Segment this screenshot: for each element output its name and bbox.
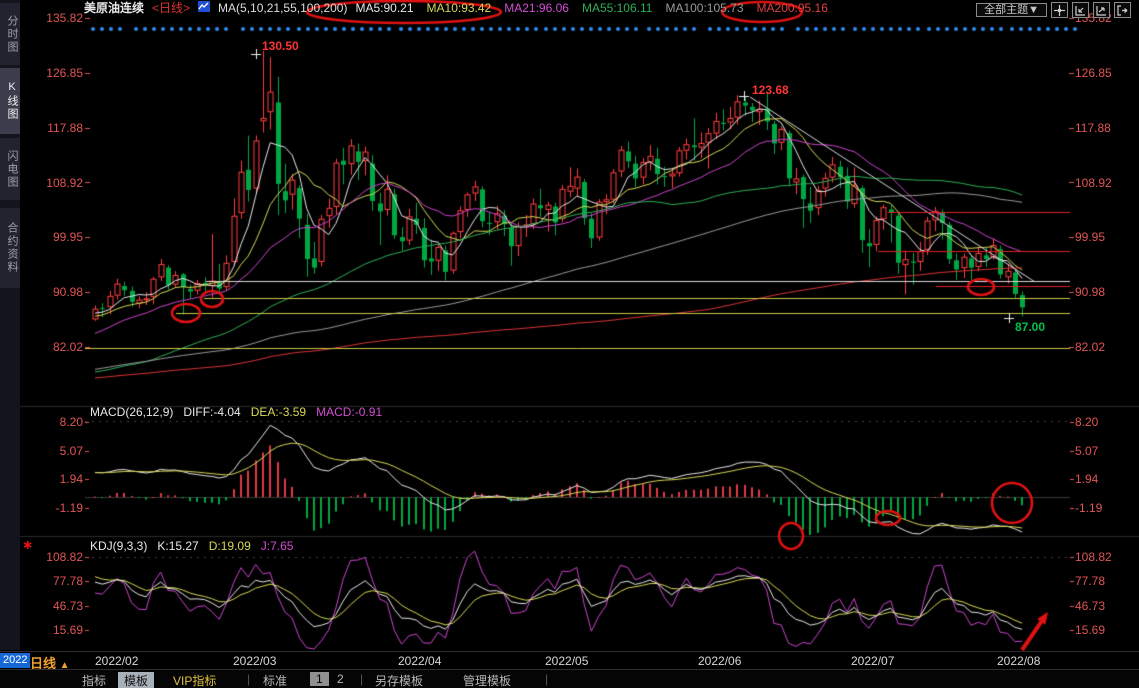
price-annotation: 130.50 (262, 39, 299, 53)
axis-label: 108.92 (1075, 176, 1112, 190)
axis-label: 46.73 (26, 599, 83, 613)
kdj-value: K:15.27 (157, 539, 198, 553)
macd-header: MACD(26,12,9) DIFF:-4.04 DEA:-3.59 MACD:-0.… (90, 406, 402, 419)
footer-tab-10[interactable]: 管理模板 (463, 672, 511, 688)
footer-tab-2[interactable]: 模板 (118, 672, 154, 688)
theme-dropdown-button[interactable]: 全部主题▼ (976, 3, 1047, 17)
ma-value: MA55:106.11 (582, 1, 653, 15)
chart-header: 美原油连续 <日线> MA(5,10,21,55,100,200) MA5:90.21… (84, 1, 849, 15)
axis-label: 82.02 (1075, 340, 1105, 354)
axis-label: 126.85 (1075, 66, 1112, 80)
compress-chart-icon[interactable] (1072, 2, 1089, 18)
date-label: 2022/02 (95, 654, 138, 668)
axis-label: 77.78 (26, 574, 83, 588)
date-label: 2022/07 (851, 654, 894, 668)
price-annotation: 123.68 (752, 83, 789, 97)
ma-value: MA10:93.42 (427, 1, 492, 15)
axis-label: 117.88 (1075, 121, 1111, 135)
macd-value: MACD:-0.91 (316, 405, 382, 419)
chart-canvas[interactable] (0, 0, 1139, 688)
period-tag: <日线> (152, 1, 190, 15)
axis-label: 90.98 (1075, 285, 1105, 299)
header-controls: 全部主题▼ (976, 2, 1131, 18)
toolbar-separator: | (545, 672, 548, 686)
axis-label: 1.94 (26, 472, 83, 486)
kdj-value: J:7.65 (261, 539, 294, 553)
footer-tab-1[interactable]: 指标 (82, 672, 106, 688)
axis-label: 135.82 (26, 11, 83, 25)
date-axis: 2022 日线 ▲ 2022/022022/032022/042022/0520… (0, 651, 1139, 670)
sidebar-tab-2[interactable]: K线图 (0, 68, 20, 134)
axis-label: 99.95 (1075, 230, 1105, 244)
footer-tab-6[interactable]: 1 (310, 672, 329, 686)
year-chip: 2022 (0, 653, 30, 668)
axis-label: 108.82 (26, 550, 83, 564)
pop-out-icon[interactable] (1114, 2, 1131, 18)
sidebar: 分时图 K线图闪电图合约资料 (0, 0, 20, 650)
axis-label: 5.07 (26, 444, 83, 458)
macd-value: DEA:-3.59 (251, 405, 306, 419)
ma-value: MA21:96.06 (504, 1, 569, 15)
axis-label: 90.98 (26, 285, 83, 299)
toolbar-separator: | (247, 672, 250, 686)
toolbar-separator: | (360, 672, 363, 686)
indicator-icon (198, 1, 210, 15)
axis-label: 15.69 (26, 623, 83, 637)
crosshair-icon[interactable] (1051, 2, 1068, 18)
axis-label: -1.19 (26, 501, 83, 515)
sidebar-tab-3[interactable]: 闪电图 (0, 138, 20, 200)
date-label: 2022/08 (997, 654, 1040, 668)
macd-value: DIFF:-4.04 (183, 405, 240, 419)
axis-label: 1.94 (1075, 472, 1098, 486)
date-label: 2022/04 (398, 654, 441, 668)
sidebar-tab-4[interactable]: 合约资料 (0, 208, 20, 288)
axis-label: 77.78 (1075, 574, 1105, 588)
date-label: 2022/05 (545, 654, 588, 668)
axis-label: 82.02 (26, 340, 83, 354)
kdj-header: KDJ(9,3,3) K:15.27 D:19.09 J:7.65 (90, 540, 313, 553)
ma-value: MA5:90.21 (355, 1, 413, 15)
ma-group-label: MA(5,10,21,55,100,200) (218, 1, 347, 15)
ma-value: MA200:95.16 (757, 1, 828, 15)
axis-label: 108.92 (26, 176, 83, 190)
footer-toolbar: 指标模板 VIP指标 | 标准 12 | 另存模板 管理模板 | (0, 669, 1139, 688)
axis-label: 126.85 (26, 66, 83, 80)
axis-label: 15.69 (1075, 623, 1105, 637)
app-window: 分时图 K线图闪电图合约资料 美原油连续 <日线> MA(5,10,21,55,100… (0, 0, 1139, 688)
symbol-title: 美原油连续 (84, 1, 144, 15)
axis-label: 8.20 (1075, 415, 1098, 429)
kdj-value: D:19.09 (209, 539, 251, 553)
axis-label: -1.19 (1075, 501, 1102, 515)
expand-chart-icon[interactable] (1093, 2, 1110, 18)
axis-label: 99.95 (26, 230, 83, 244)
sidebar-tab-1[interactable]: 分时图 (0, 3, 20, 65)
footer-tab-5[interactable]: 标准 (263, 672, 287, 688)
footer-tab-9[interactable]: 另存模板 (375, 672, 423, 688)
axis-label: 108.82 (1075, 550, 1112, 564)
date-label: 2022/03 (233, 654, 276, 668)
axis-label: 5.07 (1075, 444, 1098, 458)
kdj-values: K:15.27 D:19.09 J:7.65 (157, 539, 303, 553)
axis-label: 8.20 (26, 415, 83, 429)
footer-tab-7[interactable]: 2 (337, 672, 344, 686)
date-label: 2022/06 (698, 654, 741, 668)
footer-tab-3[interactable]: VIP指标 (173, 672, 216, 688)
macd-values: DIFF:-4.04 DEA:-3.59 MACD:-0.91 (183, 405, 392, 419)
kdj-title: KDJ(9,3,3) (90, 539, 147, 553)
price-annotation: 87.00 (1015, 320, 1045, 334)
ma-legend: MA5:90.21 MA10:93.42 MA21:96.06 MA55:106.11… (355, 1, 840, 15)
axis-label: 117.88 (26, 121, 83, 135)
ma-value: MA100:105.73 (665, 1, 743, 15)
macd-title: MACD(26,12,9) (90, 405, 173, 419)
axis-label: 46.73 (1075, 599, 1105, 613)
